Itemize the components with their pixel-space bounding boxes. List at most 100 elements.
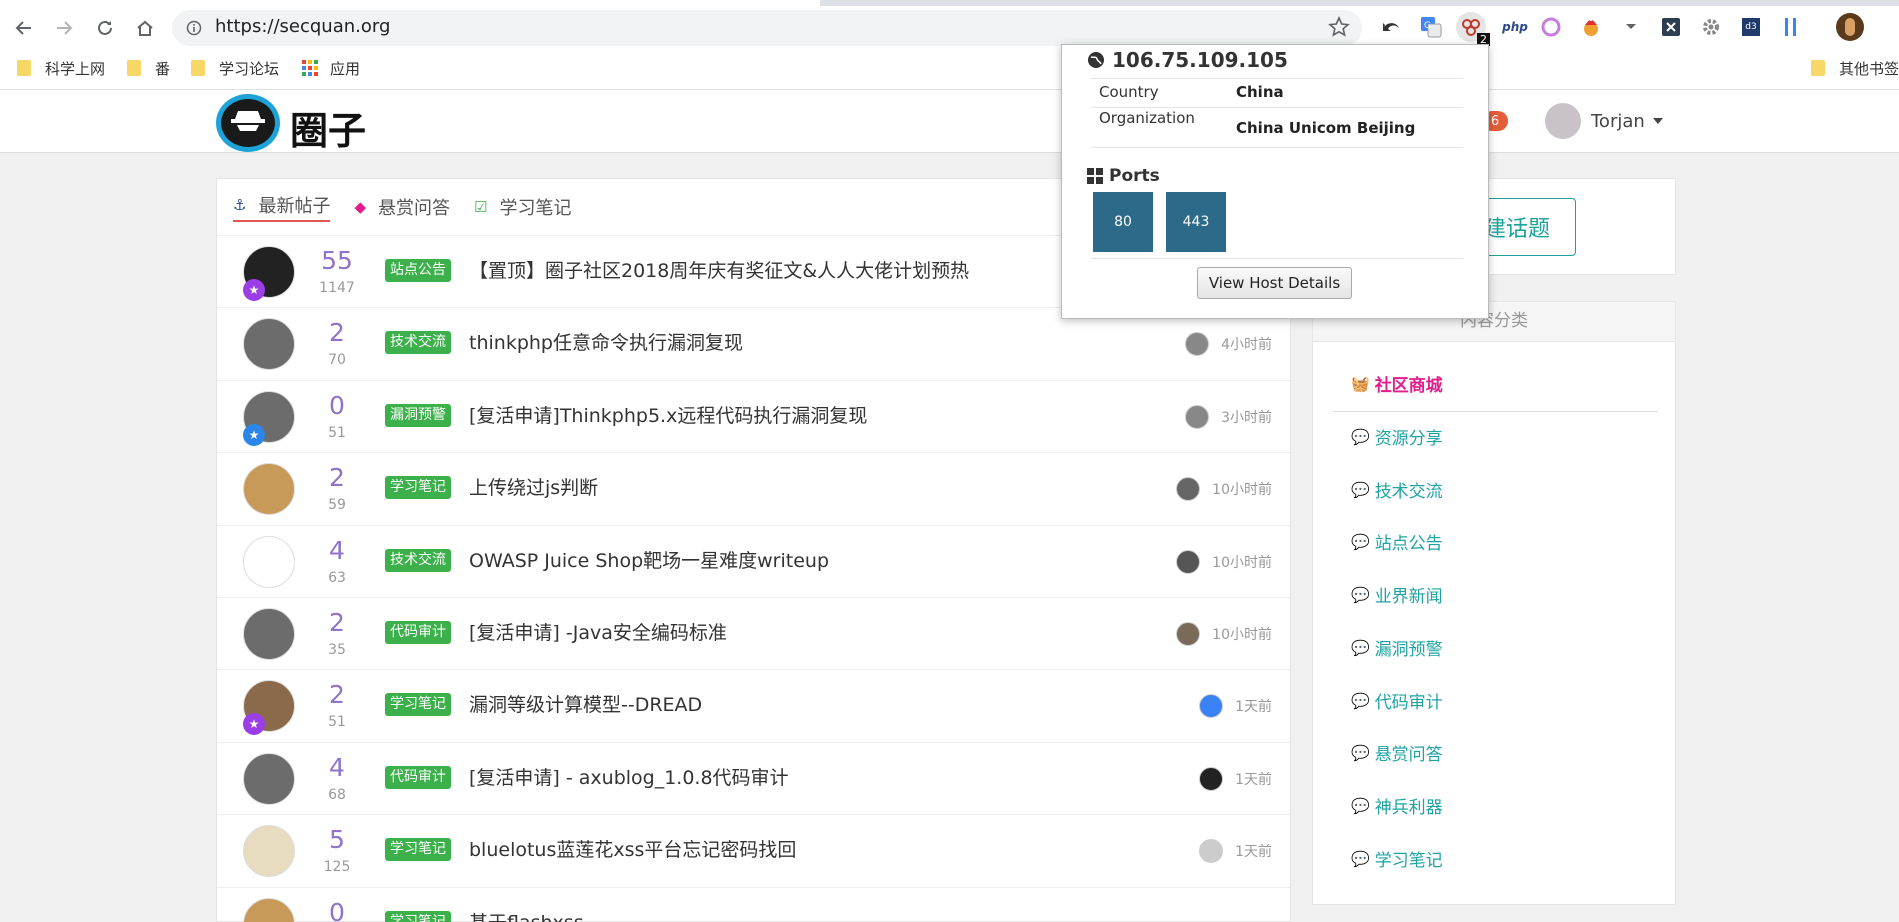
undo-extension[interactable]: [1378, 14, 1404, 40]
category-tag[interactable]: 代码审计: [385, 765, 451, 789]
post-title[interactable]: 【置顶】圈子社区2018周年庆有奖征文&人人大佬计划预热: [469, 256, 969, 283]
other-bookmarks[interactable]: 其他书签: [1811, 58, 1899, 78]
tab-latest[interactable]: ⚓ 最新帖子: [233, 192, 331, 222]
avatar[interactable]: [1199, 839, 1224, 864]
php-extension[interactable]: php: [1498, 14, 1532, 40]
avatar[interactable]: ★: [243, 680, 295, 736]
category-link[interactable]: 💬 悬赏问答: [1351, 740, 1443, 766]
avatar[interactable]: [243, 463, 295, 516]
bars-extension[interactable]: [1778, 14, 1804, 40]
site-logo-text[interactable]: 圈子: [290, 100, 366, 155]
avatar[interactable]: [1199, 694, 1224, 719]
x-extension[interactable]: [1658, 14, 1684, 40]
reply-count: 2: [329, 680, 345, 710]
reply-time: 1天前: [1235, 771, 1272, 788]
view-count: 51: [328, 424, 346, 441]
username: Torjan: [1591, 110, 1645, 132]
port-tile[interactable]: 443: [1166, 192, 1226, 252]
post-title[interactable]: [复活申请] -Java安全编码标准: [469, 618, 727, 645]
post-title[interactable]: bluelotus蓝莲花xss平台忘记密码找回: [469, 835, 796, 862]
bookmark-star-icon[interactable]: [1328, 16, 1350, 38]
post-title[interactable]: 上传绕过js判断: [469, 473, 598, 500]
post-title[interactable]: OWASP Juice Shop靶场一星难度writeup: [469, 546, 829, 573]
forward-button[interactable]: [50, 14, 78, 42]
avatar[interactable]: [243, 897, 295, 922]
category-tag[interactable]: 站点公告: [385, 259, 451, 282]
table-row[interactable]: ★ 0 51 漏洞预警 [复活申请]Thinkphp5.x远程代码执行漏洞复现 …: [217, 381, 1290, 454]
avatar[interactable]: [243, 752, 295, 805]
gear-extension[interactable]: [1698, 14, 1724, 40]
avatar[interactable]: [243, 535, 295, 588]
divider: [1091, 107, 1463, 108]
avatar[interactable]: [1176, 549, 1201, 574]
table-row[interactable]: 2 35 代码审计 [复活申请] -Java安全编码标准 10小时前: [217, 598, 1290, 671]
category-link[interactable]: 💬 业界新闻: [1351, 582, 1443, 608]
bookmark-item[interactable]: 学习论坛: [191, 58, 279, 78]
category-link[interactable]: 💬 漏洞预警: [1351, 635, 1443, 661]
profile-button[interactable]: [1836, 13, 1864, 41]
category-link[interactable]: 💬 神兵利器: [1351, 793, 1443, 819]
table-row[interactable]: 2 59 学习笔记 上传绕过js判断 10小时前: [217, 453, 1290, 526]
avatar[interactable]: ★: [243, 246, 295, 301]
view-host-details-button[interactable]: View Host Details: [1197, 267, 1352, 299]
bookmark-item[interactable]: 科学上网: [17, 58, 105, 78]
post-title[interactable]: [复活申请] - axublog_1.0.8代码审计: [469, 763, 789, 790]
bookmark-item[interactable]: 番: [127, 58, 170, 78]
table-row[interactable]: 5 125 学习笔记 bluelotus蓝莲花xss平台忘记密码找回 1天前: [217, 815, 1290, 888]
category-link[interactable]: 💬 学习笔记: [1351, 846, 1443, 872]
table-row[interactable]: 4 68 代码审计 [复活申请] - axublog_1.0.8代码审计 1天前: [217, 743, 1290, 816]
category-link[interactable]: 🧺 社区商城: [1351, 371, 1443, 397]
back-button[interactable]: [10, 14, 38, 42]
category-link[interactable]: 💬 站点公告: [1351, 529, 1443, 555]
table-row[interactable]: ★ 2 51 学习笔记 漏洞等级计算模型--DREAD 1天前: [217, 670, 1290, 743]
url-text[interactable]: https://secquan.org: [215, 16, 390, 37]
home-button[interactable]: [131, 14, 159, 42]
user-menu[interactable]: Torjan: [1545, 103, 1663, 139]
last-reply: 4小时前: [1185, 332, 1272, 357]
avatar[interactable]: [1176, 477, 1201, 502]
avatar[interactable]: [1185, 404, 1210, 429]
category-tag[interactable]: 学习笔记: [385, 693, 451, 717]
category-tag[interactable]: 学习笔记: [385, 910, 451, 922]
avatar[interactable]: [243, 607, 295, 660]
divider: [1091, 78, 1463, 79]
circle-extension[interactable]: [1538, 14, 1564, 40]
category-tag[interactable]: 代码审计: [385, 620, 451, 644]
shodan-extension[interactable]: 2: [1456, 12, 1490, 46]
table-row[interactable]: 2 70 技术交流 thinkphp任意命令执行漏洞复现 4小时前: [217, 308, 1290, 381]
tab-bounty[interactable]: ◆ 悬赏问答: [354, 194, 450, 220]
table-row[interactable]: 0 学习笔记 基于flashxss: [217, 888, 1290, 922]
post-title[interactable]: [复活申请]Thinkphp5.x远程代码执行漏洞复现: [469, 401, 867, 428]
tab-notes[interactable]: ☑ 学习笔记: [474, 194, 571, 220]
category-tag[interactable]: 技术交流: [385, 331, 451, 355]
bookmark-item[interactable]: 应用: [302, 58, 360, 78]
port-tile[interactable]: 80: [1093, 192, 1153, 252]
category-tag[interactable]: 漏洞预警: [385, 403, 451, 427]
category-link[interactable]: 💬 代码审计: [1351, 688, 1443, 714]
post-title[interactable]: 基于flashxss: [469, 908, 584, 922]
category-label: 社区商城: [1374, 376, 1443, 396]
avatar[interactable]: ★: [243, 390, 295, 446]
category-link[interactable]: 💬 技术交流: [1351, 477, 1443, 503]
category-tag[interactable]: 学习笔记: [385, 476, 451, 500]
santa-extension[interactable]: [1578, 14, 1604, 40]
d3-extension[interactable]: d3: [1738, 14, 1764, 40]
table-row[interactable]: 4 63 技术交流 OWASP Juice Shop靶场一星难度writeup …: [217, 526, 1290, 598]
reload-button[interactable]: [91, 14, 119, 42]
avatar[interactable]: [1176, 621, 1201, 646]
translate-extension[interactable]: G: [1418, 14, 1444, 40]
avatar[interactable]: [1185, 332, 1210, 357]
avatar[interactable]: [1199, 766, 1224, 791]
post-title[interactable]: thinkphp任意命令执行漏洞复现: [469, 328, 743, 355]
grid-icon: [1087, 168, 1103, 184]
category-tag[interactable]: 学习笔记: [385, 838, 451, 862]
avatar[interactable]: [243, 825, 295, 878]
info-icon[interactable]: [186, 20, 202, 36]
extensions-dropdown[interactable]: [1618, 14, 1644, 40]
address-bar[interactable]: https://secquan.org: [172, 10, 1362, 46]
category-tag[interactable]: 技术交流: [385, 548, 451, 572]
avatar[interactable]: [243, 318, 295, 371]
site-logo[interactable]: [216, 94, 280, 152]
post-title[interactable]: 漏洞等级计算模型--DREAD: [469, 690, 702, 717]
category-link[interactable]: 💬 资源分享: [1351, 424, 1443, 450]
